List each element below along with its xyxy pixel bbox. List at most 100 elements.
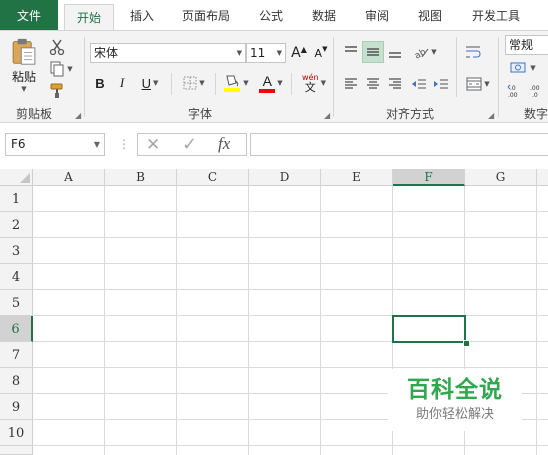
row-header-2[interactable]: 2	[0, 212, 33, 238]
formula-bar-grip[interactable]: ⋮	[118, 137, 130, 151]
tab-page-layout[interactable]: 页面布局	[172, 0, 240, 30]
tab-data[interactable]: 数据	[299, 0, 349, 30]
svg-text:ab: ab	[413, 47, 428, 59]
column-header-f[interactable]: F	[393, 169, 465, 186]
fill-color-button[interactable]: ▼	[220, 71, 252, 95]
underline-button[interactable]: U ▼	[136, 73, 164, 93]
chevron-down-icon: ▼	[93, 140, 100, 149]
gridline	[536, 186, 537, 455]
font-color-button[interactable]: A ▼	[255, 71, 287, 95]
tab-view[interactable]: 视图	[405, 0, 455, 30]
borders-button[interactable]: ▼	[178, 73, 210, 93]
gridline	[33, 341, 548, 342]
ribbon-tab-bar: 文件 开始 插入 页面布局 公式 数据 审阅 视图 开发工具	[0, 0, 548, 32]
ribbon-home: 粘贴 ▼ ▼ 剪贴板 ◢ 宋体 ▼ 11 ▼ A ▲ A ▼ B I U ▼ ▼…	[0, 30, 548, 123]
phonetic-button[interactable]: wén 文 ▼	[298, 71, 330, 95]
align-left-icon	[345, 78, 357, 89]
svg-text:.0: .0	[532, 92, 538, 98]
column-header-g[interactable]: G	[465, 169, 537, 186]
divider	[456, 37, 457, 97]
enter-icon[interactable]: ✓	[182, 134, 197, 155]
decrease-indent-button[interactable]	[408, 73, 430, 95]
caret-up-icon: ▲	[300, 44, 307, 54]
gridline	[33, 445, 548, 446]
formula-input[interactable]	[250, 133, 548, 156]
select-all-corner[interactable]	[0, 169, 33, 186]
font-size-combo[interactable]: 11 ▼	[246, 43, 286, 63]
grow-font-button[interactable]: A ▲	[290, 43, 308, 63]
row-header-10[interactable]: 10	[0, 420, 33, 446]
increase-decimal-button[interactable]: .0 .00	[505, 81, 527, 101]
divider	[171, 73, 172, 95]
svg-text:.00: .00	[530, 85, 540, 92]
align-right-button[interactable]	[384, 73, 406, 95]
font-group-label: 字体	[187, 107, 212, 121]
dialog-launcher-icon[interactable]: ◢	[75, 111, 81, 120]
increase-indent-button[interactable]	[430, 73, 452, 95]
paste-button[interactable]: 粘贴 ▼	[6, 37, 42, 93]
name-box[interactable]: F6 ▼	[5, 133, 105, 156]
column-header-d[interactable]: D	[249, 169, 321, 186]
format-painter-button[interactable]	[46, 81, 68, 101]
alignment-group-label: 对齐方式	[385, 107, 434, 121]
group-divider	[84, 37, 85, 117]
dialog-launcher-icon[interactable]: ◢	[488, 111, 494, 120]
column-header-b[interactable]: B	[105, 169, 177, 186]
row-header-6[interactable]: 6	[0, 316, 33, 342]
tab-insert[interactable]: 插入	[117, 0, 167, 30]
copy-button[interactable]: ▼	[46, 59, 76, 79]
align-top-button[interactable]	[340, 41, 362, 63]
italic-button[interactable]: I	[114, 73, 130, 93]
accounting-format-button[interactable]: ▼	[505, 57, 541, 79]
selected-cell-f6[interactable]	[392, 315, 466, 343]
row-header-9[interactable]: 9	[0, 394, 33, 420]
tab-home[interactable]: 开始	[64, 4, 114, 32]
row-header-3[interactable]: 3	[0, 238, 33, 264]
underline-icon: U	[141, 75, 151, 91]
row-header-5[interactable]: 5	[0, 290, 33, 316]
dialog-launcher-icon[interactable]: ◢	[324, 111, 330, 120]
chevron-down-icon: ▼	[530, 64, 536, 72]
tab-developer[interactable]: 开发工具	[462, 0, 530, 30]
align-middle-button[interactable]	[362, 41, 384, 63]
align-left-button[interactable]	[340, 73, 362, 95]
number-format-combo[interactable]: 常规	[505, 35, 548, 55]
font-name-combo[interactable]: 宋体 ▼	[90, 43, 246, 63]
column-header-partial[interactable]	[537, 169, 548, 186]
row-header-1[interactable]: 1	[0, 186, 33, 212]
row-header-4[interactable]: 4	[0, 264, 33, 290]
gridline	[33, 367, 548, 368]
gridline	[33, 315, 548, 316]
chevron-down-icon: ▼	[67, 65, 73, 73]
column-header-e[interactable]: E	[321, 169, 393, 186]
align-center-button[interactable]	[362, 73, 384, 95]
insert-function-icon[interactable]: fx	[218, 134, 230, 154]
orientation-button[interactable]: ab ▼	[410, 41, 440, 63]
text-orientation-icon: ab	[413, 47, 429, 59]
tab-file[interactable]: 文件	[0, 0, 58, 30]
align-bottom-button[interactable]	[384, 41, 406, 63]
wrap-text-button[interactable]	[462, 41, 484, 63]
shrink-font-button[interactable]: A ▼	[312, 43, 330, 63]
bold-button[interactable]: B	[92, 73, 108, 93]
row-header-partial[interactable]	[0, 446, 33, 455]
accounting-icon	[510, 62, 526, 73]
decrease-decimal-button[interactable]: .00 .0	[528, 81, 548, 101]
formula-bar: F6 ▼ ⋮ ✕ ✓ fx	[0, 123, 548, 169]
gridline	[33, 263, 548, 264]
column-header-a[interactable]: A	[33, 169, 105, 186]
cancel-icon[interactable]: ✕	[146, 135, 160, 155]
merge-center-button[interactable]: ▼	[462, 73, 494, 95]
name-box-value: F6	[11, 137, 26, 151]
tab-formulas[interactable]: 公式	[246, 0, 296, 30]
row-header-8[interactable]: 8	[0, 368, 33, 394]
column-header-c[interactable]: C	[177, 169, 249, 186]
formula-buttons: ✕ ✓ fx	[137, 133, 247, 156]
row-header-7[interactable]: 7	[0, 342, 33, 368]
fill-handle[interactable]	[463, 340, 470, 347]
divider	[291, 73, 292, 95]
fill-bucket-icon	[224, 75, 241, 92]
chevron-down-icon: ▼	[199, 79, 205, 87]
cut-button[interactable]	[46, 37, 68, 57]
tab-review[interactable]: 审阅	[352, 0, 402, 30]
